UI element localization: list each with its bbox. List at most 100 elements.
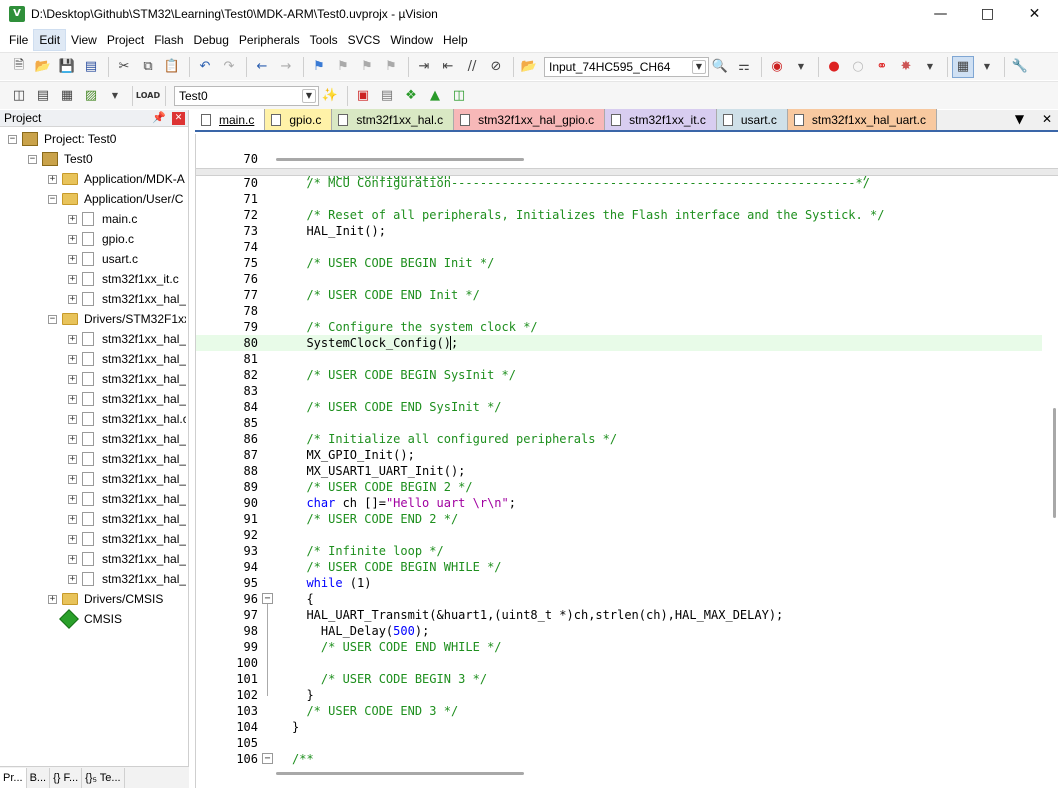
expand-icon[interactable]: + (68, 234, 77, 244)
batch-build-icon[interactable]: ▨ (80, 85, 102, 107)
tree-item[interactable]: CMSIS (48, 609, 122, 629)
expand-icon[interactable]: + (68, 354, 77, 364)
translate-icon[interactable]: ◫ (8, 85, 30, 107)
find-icon[interactable]: 🔍 (709, 56, 731, 78)
tree-item[interactable]: + stm32f1xx_hal_g (68, 469, 186, 489)
comment-icon[interactable]: // (461, 56, 483, 78)
menu-window[interactable]: Window (385, 30, 438, 50)
expand-icon[interactable]: + (68, 434, 77, 444)
find-combo[interactable]: Input_74HC595_CH64 ▼ (544, 56, 709, 77)
expand-icon[interactable]: + (68, 254, 77, 264)
debug-dropdown-icon[interactable]: ▼ (790, 56, 812, 78)
expand-icon[interactable]: + (68, 334, 77, 344)
expand-icon[interactable]: + (68, 514, 77, 524)
redo-icon[interactable]: ↷ (218, 56, 240, 78)
unindent-icon[interactable]: ⇤ (437, 56, 459, 78)
paste-icon[interactable]: 📋 (161, 56, 183, 78)
expand-icon[interactable]: + (68, 534, 77, 544)
tab-main-c[interactable]: main.c (195, 109, 266, 130)
tree-item[interactable]: + stm32f1xx_hal_c (68, 489, 186, 509)
minimize-button[interactable]: — (917, 0, 964, 28)
menu-svcs[interactable]: SVCS (343, 30, 386, 50)
tab-usart-c[interactable]: usart.c (716, 109, 788, 130)
chevron-down-icon[interactable]: ▼ (692, 59, 706, 74)
panel-tab[interactable]: B... (27, 767, 51, 788)
expand-icon[interactable]: + (68, 374, 77, 384)
tree-item[interactable]: + usart.c (68, 249, 138, 269)
expand-icon[interactable]: + (68, 494, 77, 504)
tree-item[interactable]: − Application/User/C (48, 189, 183, 209)
uncomment-icon[interactable]: ⊘ (485, 56, 507, 78)
close-button[interactable]: ✕ (1011, 0, 1058, 28)
code-editor[interactable]: 70 /* MCU Configuration-----------------… (195, 134, 1058, 788)
close-tab-icon[interactable]: ✕ (1042, 112, 1052, 126)
expand-icon[interactable]: + (68, 414, 77, 424)
tree-item[interactable]: − Test0 (28, 149, 93, 169)
panel-tab[interactable]: {} F... (50, 767, 83, 788)
tree-item[interactable]: + stm32f1xx_hal_p (68, 529, 186, 549)
tree-item[interactable]: + stm32f1xx_it.c (68, 269, 179, 289)
tree-item[interactable]: + gpio.c (68, 229, 134, 249)
select-packs-icon[interactable]: ▲ (424, 85, 446, 107)
disable-breakpoint-icon[interactable]: ○ (847, 56, 869, 78)
panel-tab[interactable]: Pr... (0, 767, 27, 788)
menu-help[interactable]: Help (438, 30, 473, 50)
tab-stm32f1xx-hal-gpio-c[interactable]: stm32f1xx_hal_gpio.c (454, 109, 606, 130)
tree-item[interactable]: + stm32f1xx_hal_f (68, 549, 186, 569)
download-icon[interactable]: LOAD (136, 85, 160, 107)
tree-item[interactable]: + stm32f1xx_hal_u (68, 389, 186, 409)
tab-gpio-c[interactable]: gpio.c (265, 109, 333, 130)
layout-dropdown-icon[interactable]: ▼ (976, 56, 998, 78)
menu-flash[interactable]: Flash (149, 30, 188, 50)
tab-list-chevron-icon[interactable]: ▼ (1015, 112, 1024, 126)
collapse-icon[interactable]: − (262, 593, 273, 604)
expand-icon[interactable]: + (68, 454, 77, 464)
collapse-icon[interactable]: − (262, 753, 273, 764)
nav-back-icon[interactable]: ← (251, 56, 273, 78)
open-file-icon[interactable]: 📂 (32, 56, 54, 78)
clear-bookmarks-icon[interactable]: ⚑ (380, 56, 402, 78)
next-bookmark-icon[interactable]: ⚑ (356, 56, 378, 78)
batch-dropdown-icon[interactable]: ▼ (104, 85, 126, 107)
bottom-hscrollbar[interactable] (276, 772, 524, 775)
bookmark-icon[interactable]: ⚑ (308, 56, 330, 78)
expand-icon[interactable]: + (68, 294, 77, 304)
copy-icon[interactable]: ⧉ (137, 56, 159, 78)
chevron-down-icon[interactable]: ▼ (302, 88, 316, 103)
tree-item[interactable]: + stm32f1xx_hal_f (68, 349, 186, 369)
find-in-files-icon[interactable]: 📂 (518, 56, 540, 78)
menu-view[interactable]: View (66, 30, 102, 50)
collapse-icon[interactable]: − (8, 134, 17, 144)
expand-icon[interactable]: + (68, 274, 77, 284)
expand-icon[interactable]: + (68, 214, 77, 224)
menu-project[interactable]: Project (102, 30, 149, 50)
configure-icon[interactable]: 🔧 (1009, 56, 1031, 78)
tree-item[interactable]: + stm32f1xx_hal_r (68, 449, 186, 469)
build-icon[interactable]: ▤ (32, 85, 54, 107)
collapse-icon[interactable]: − (28, 154, 37, 164)
menu-edit[interactable]: Edit (33, 29, 67, 51)
tree-item[interactable]: + stm32f1xx_hal_g (68, 329, 186, 349)
tree-item[interactable]: + Application/MDK-A (48, 169, 185, 189)
save-all-icon[interactable]: ▤ (80, 56, 102, 78)
window-layout-icon[interactable]: ▦ (952, 55, 974, 78)
disable-all-breakpoints-icon[interactable]: ⚭ (871, 56, 893, 78)
tree-item[interactable]: + stm32f1xx_hal_f (68, 369, 186, 389)
target-combo[interactable]: Test0 ▼ (174, 85, 319, 106)
tree-item[interactable]: + Drivers/CMSIS (48, 589, 163, 609)
nav-forward-icon[interactable]: → (275, 56, 297, 78)
prev-bookmark-icon[interactable]: ⚑ (332, 56, 354, 78)
debug-session-icon[interactable]: ◉ (766, 56, 788, 78)
rebuild-icon[interactable]: ▦ (56, 85, 78, 107)
vertical-scrollbar[interactable] (1053, 408, 1056, 518)
maximize-button[interactable]: □ (964, 0, 1011, 28)
tree-item[interactable]: + stm32f1xx_hal_r (68, 429, 186, 449)
manage-components-icon[interactable]: ▤ (376, 85, 398, 107)
cut-icon[interactable]: ✂ (113, 56, 135, 78)
menu-tools[interactable]: Tools (305, 30, 343, 50)
breakpoint-icon[interactable]: ● (823, 56, 845, 78)
tab-stm32f1xx-hal-c[interactable]: stm32f1xx_hal.c (332, 109, 455, 130)
run-time-env-icon[interactable]: ◫ (448, 85, 470, 107)
close-icon[interactable]: ✕ (172, 112, 185, 125)
undo-icon[interactable]: ↶ (194, 56, 216, 78)
